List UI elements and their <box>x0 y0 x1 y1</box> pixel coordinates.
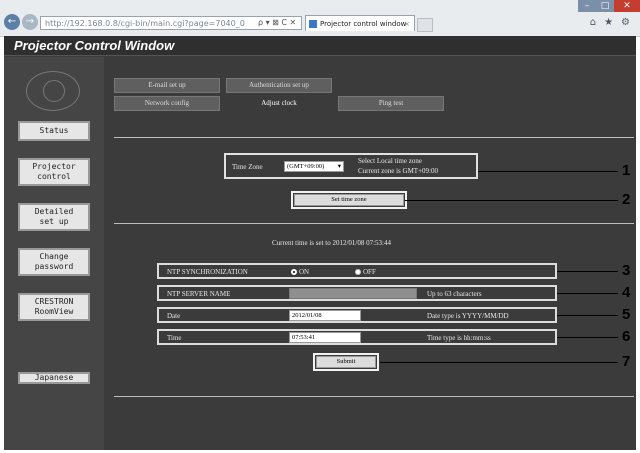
sidebar-status-button[interactable]: Status <box>18 121 90 141</box>
star-icon[interactable]: ★ <box>604 17 613 28</box>
current-time-text: Current time is set to 2012/01/08 07:53:… <box>272 239 391 247</box>
callout-leader-6 <box>557 337 618 338</box>
toolbar-icons: ⌂ ★ ⚙ <box>590 17 630 28</box>
time-zone-box: Time Zone (GMT+09:00) ▾ Select Local tim… <box>224 153 478 179</box>
navigation-buttons: ← → <box>4 14 38 30</box>
new-tab-button[interactable] <box>417 18 433 32</box>
sidebar-crestron-button[interactable]: CRESTRON RoomView <box>18 293 90 321</box>
ntp-server-label: NTP SERVER NAME <box>167 290 231 298</box>
sidebar: Status Projector control Detailed set up… <box>4 57 104 450</box>
sidebar-projector-control-button[interactable]: Projector control <box>18 158 90 186</box>
ntp-sync-row: NTP SYNCHRONIZATION ON OFF <box>157 263 557 279</box>
callout-2: 2 <box>622 191 631 208</box>
gear-icon[interactable]: ⚙ <box>621 17 630 28</box>
time-input[interactable]: 07:53:41 <box>289 332 361 343</box>
ntp-sync-label: NTP SYNCHRONIZATION <box>167 268 248 276</box>
callout-leader-3 <box>557 271 618 272</box>
callout-leader-5 <box>557 315 618 316</box>
callout-4: 4 <box>622 284 631 301</box>
current-zone-text: Current zone is GMT+09:00 <box>358 167 438 175</box>
date-row: Date 2012/01/08 Date type is YYYY/MM/DD <box>157 307 557 323</box>
tab-close-icon[interactable]: × <box>404 16 410 31</box>
divider <box>114 396 634 397</box>
tab-network-config[interactable]: Network config <box>114 96 220 111</box>
ntp-off-option[interactable]: OFF <box>355 268 376 276</box>
submit-button[interactable]: Submit <box>313 353 379 371</box>
close-window-button[interactable]: ✕ <box>614 0 640 12</box>
favicon-icon <box>309 20 317 28</box>
browser-chrome: – □ ✕ ← → http://192.168.0.8/cgi-bin/mai… <box>0 0 640 37</box>
callout-leader-4 <box>557 293 618 294</box>
back-arrow-icon[interactable]: ← <box>4 14 20 30</box>
maximize-button[interactable]: □ <box>596 0 614 12</box>
address-bar-icons[interactable]: ρ ▾ ⊠ C ✕ <box>258 16 296 30</box>
radio-selected-icon <box>291 269 297 276</box>
minimize-button[interactable]: – <box>578 0 596 12</box>
tab-ping-test[interactable]: Ping test <box>338 96 444 111</box>
tab-email-setup[interactable]: E-mail set up <box>114 78 220 93</box>
time-row: Time 07:53:41 Time type is hh:mm:ss <box>157 329 557 345</box>
browser-tab-title: Projector control window <box>320 20 407 28</box>
date-hint: Date type is YYYY/MM/DD <box>427 312 509 320</box>
sidebar-japanese-button[interactable]: Japanese <box>18 372 90 384</box>
radio-icon <box>355 269 361 276</box>
ntp-server-input[interactable] <box>289 288 417 299</box>
callout-leader-7 <box>380 362 618 363</box>
callout-6: 6 <box>622 328 631 345</box>
home-icon[interactable]: ⌂ <box>590 17 596 28</box>
callout-leader-2 <box>405 200 618 201</box>
chevron-down-icon: ▾ <box>337 163 341 170</box>
date-input[interactable]: 2012/01/08 <box>289 310 361 321</box>
tab-adjust-clock[interactable]: Adjust clock <box>226 96 332 111</box>
callout-1: 1 <box>622 162 631 179</box>
set-time-zone-button[interactable]: Set time zone <box>291 191 407 209</box>
date-label: Date <box>167 312 181 320</box>
forward-arrow-icon[interactable]: → <box>22 14 38 30</box>
time-label: Time <box>167 334 182 342</box>
callout-7: 7 <box>622 353 631 370</box>
divider <box>114 137 634 138</box>
time-zone-label: Time Zone <box>232 163 263 171</box>
sidebar-detailed-setup-button[interactable]: Detailed set up <box>18 203 90 231</box>
time-zone-select[interactable]: (GMT+09:00) ▾ <box>284 161 344 172</box>
browser-tab[interactable]: Projector control window × <box>305 15 415 31</box>
callout-5: 5 <box>622 306 631 323</box>
ntp-on-option[interactable]: ON <box>291 268 309 276</box>
ntp-server-hint: Up to 63 characters <box>427 290 482 298</box>
main-panel: E-mail set up Authentication set up Netw… <box>104 57 636 450</box>
divider <box>114 223 634 224</box>
callout-leader-1 <box>478 171 618 172</box>
window-controls: – □ ✕ <box>578 0 640 12</box>
time-zone-help: Select Local time zone <box>358 157 422 165</box>
callout-3: 3 <box>622 262 631 279</box>
logo-icon <box>26 71 80 111</box>
tab-authentication-setup[interactable]: Authentication set up <box>226 78 332 93</box>
time-hint: Time type is hh:mm:ss <box>427 334 491 342</box>
app-title: Projector Control Window <box>4 36 636 56</box>
projector-control-app: Projector Control Window Status Projecto… <box>4 36 636 450</box>
sidebar-change-password-button[interactable]: Change password <box>18 248 90 276</box>
ntp-server-row: NTP SERVER NAME Up to 63 characters <box>157 285 557 301</box>
